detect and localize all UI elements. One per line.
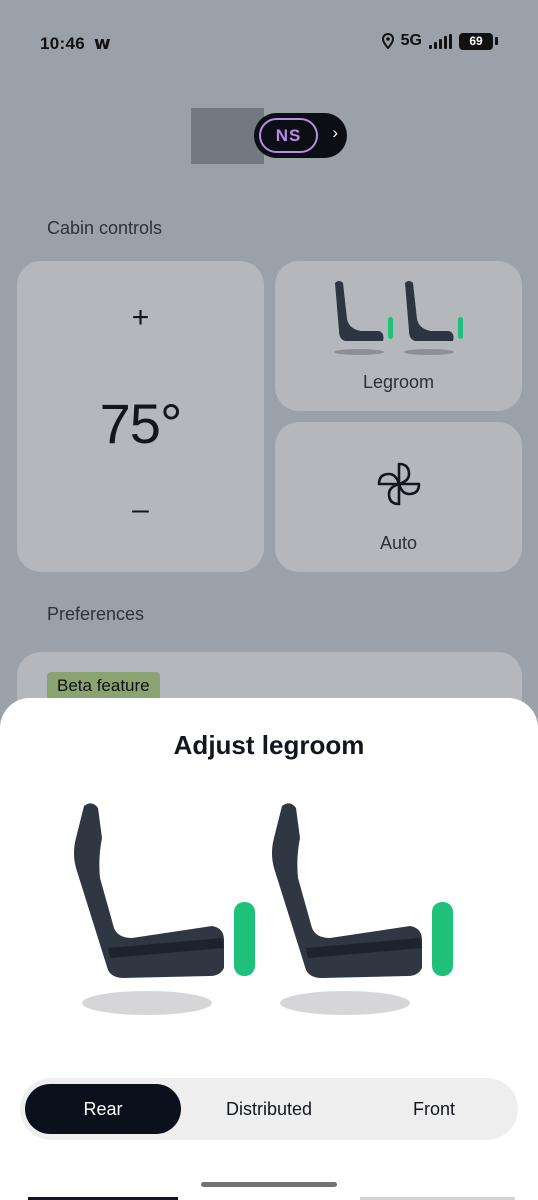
status-icons: 5G 69 — [381, 32, 498, 50]
seat-icon — [272, 803, 453, 1015]
preferences-title: Preferences — [47, 604, 145, 624]
signal-icon — [429, 33, 452, 49]
cabin-controls-title: Cabin controls — [47, 218, 163, 238]
option-distributed[interactable]: Distributed — [190, 1084, 348, 1134]
fan-icon — [377, 462, 421, 506]
temperature-decrease-button[interactable]: – — [17, 493, 264, 527]
network-label: 5G — [400, 32, 422, 49]
seat-right — [260, 798, 460, 1028]
temperature-card: + 75° – — [17, 261, 264, 572]
legroom-label: Legroom — [362, 372, 435, 392]
vehicle-badge: NS — [259, 118, 318, 153]
sheet-title: Adjust legroom — [173, 730, 365, 760]
home-indicator[interactable] — [201, 1182, 337, 1187]
temperature-increase-button[interactable]: + — [17, 301, 264, 335]
option-rear[interactable]: Rear — [25, 1084, 181, 1134]
seat-left — [62, 798, 262, 1028]
temperature-value: 75° — [99, 392, 183, 455]
adjust-legroom-sheet: Adjust legroom Rear Distributed Front — [0, 698, 538, 1200]
seat-icon — [74, 803, 255, 1015]
chevron-right-icon: › — [332, 123, 338, 142]
legroom-card[interactable]: Legroom — [275, 261, 522, 411]
status-time: 10:46 — [40, 34, 85, 53]
location-icon — [381, 33, 394, 49]
vehicle-selector-button[interactable]: NS › — [254, 113, 347, 158]
seats-icon — [334, 281, 463, 355]
beta-badge: Beta feature — [47, 672, 160, 700]
carrier-icon: w — [94, 33, 111, 54]
legroom-mode-selector: Rear Distributed Front — [20, 1078, 518, 1140]
status-bar: 10:46 w 5G 69 — [0, 0, 538, 86]
fan-card[interactable]: Auto — [275, 422, 522, 572]
battery-cap — [495, 37, 498, 45]
fan-mode-label: Auto — [379, 533, 418, 553]
option-front[interactable]: Front — [356, 1084, 512, 1134]
battery-level: 69 — [469, 34, 483, 48]
battery-icon: 69 — [459, 32, 493, 50]
